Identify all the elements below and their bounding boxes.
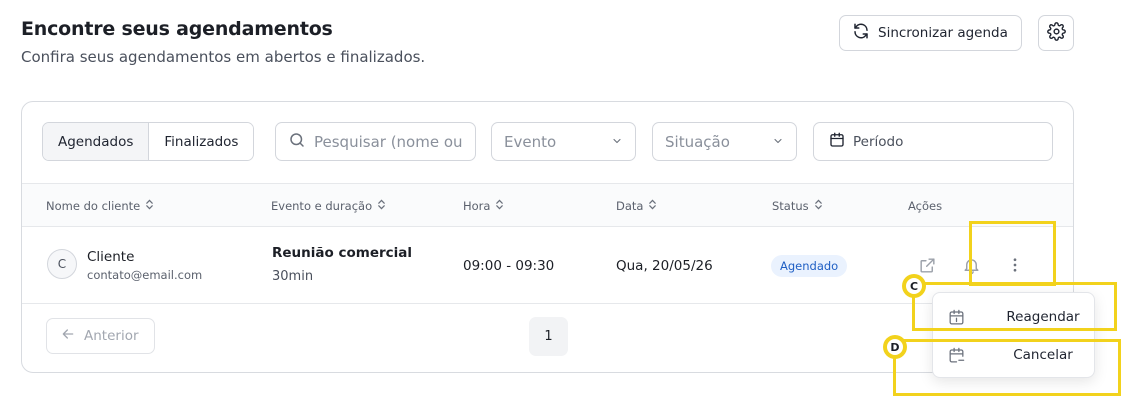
table-header: Nome do cliente Evento e duração Hora Da… bbox=[22, 183, 1073, 227]
page-subtitle: Confira seus agendamentos em abertos e f… bbox=[21, 48, 426, 66]
appointment-date: Qua, 20/05/26 bbox=[616, 258, 713, 274]
tab-finalizados[interactable]: Finalizados bbox=[148, 123, 254, 160]
status-badge: Agendado bbox=[771, 255, 848, 277]
highlight-box-cancel bbox=[893, 339, 1121, 396]
sort-icon bbox=[145, 199, 154, 213]
sort-icon bbox=[495, 199, 504, 213]
arrow-left-icon bbox=[60, 326, 76, 346]
avatar: C bbox=[47, 249, 77, 279]
sort-icon bbox=[648, 199, 657, 213]
event-select[interactable]: Evento bbox=[491, 122, 636, 161]
appointments-card: Agendados Finalizados Evento Situação Pe… bbox=[21, 101, 1074, 373]
sync-icon bbox=[852, 22, 870, 44]
event-name: Reunião comercial bbox=[272, 245, 413, 261]
gear-icon bbox=[1046, 21, 1066, 45]
column-header-actions: Ações bbox=[908, 184, 942, 228]
period-label: Período bbox=[853, 133, 904, 150]
annotation-marker-label: D bbox=[887, 339, 903, 355]
sync-calendar-button[interactable]: Sincronizar agenda bbox=[839, 15, 1022, 51]
column-header-label: Status bbox=[772, 199, 809, 213]
period-picker[interactable]: Período bbox=[813, 122, 1053, 161]
chevron-down-icon bbox=[772, 133, 784, 151]
previous-page-label: Anterior bbox=[84, 328, 139, 344]
column-header-event[interactable]: Evento e duração bbox=[271, 184, 386, 228]
highlight-box-reschedule bbox=[912, 282, 1117, 331]
column-header-time[interactable]: Hora bbox=[463, 184, 504, 228]
tab-agendados[interactable]: Agendados bbox=[43, 123, 149, 160]
status-select[interactable]: Situação bbox=[652, 122, 797, 161]
chevron-down-icon bbox=[611, 133, 623, 151]
column-header-label: Nome do cliente bbox=[46, 199, 141, 213]
sort-icon bbox=[814, 199, 823, 213]
appointments-tab-group: Agendados Finalizados bbox=[42, 122, 255, 161]
client-email: contato@email.com bbox=[87, 268, 203, 282]
search-icon bbox=[288, 131, 306, 153]
annotation-marker-d: D bbox=[883, 335, 907, 359]
search-input[interactable] bbox=[314, 132, 464, 151]
highlight-box-more-actions bbox=[969, 221, 1056, 286]
column-header-client[interactable]: Nome do cliente bbox=[46, 184, 154, 228]
sync-calendar-label: Sincronizar agenda bbox=[878, 25, 1008, 41]
event-select-label: Evento bbox=[504, 132, 557, 151]
settings-button[interactable] bbox=[1038, 15, 1074, 51]
status-select-label: Situação bbox=[665, 132, 730, 151]
previous-page-button[interactable]: Anterior bbox=[46, 318, 155, 354]
page-number-button[interactable]: 1 bbox=[529, 317, 568, 356]
column-header-label: Data bbox=[616, 199, 644, 213]
event-duration: 30min bbox=[272, 269, 314, 284]
page-title: Encontre seus agendamentos bbox=[21, 18, 333, 40]
column-header-label: Ações bbox=[908, 199, 943, 213]
column-header-label: Hora bbox=[463, 199, 491, 213]
appointment-time: 09:00 - 09:30 bbox=[463, 258, 555, 274]
column-header-status[interactable]: Status bbox=[772, 184, 823, 228]
calendar-icon bbox=[828, 131, 846, 153]
client-name: Cliente bbox=[87, 249, 135, 265]
search-field[interactable] bbox=[275, 122, 476, 161]
sort-icon bbox=[377, 199, 386, 213]
annotation-marker-label: C bbox=[906, 278, 922, 294]
annotation-marker-c: C bbox=[902, 274, 926, 298]
column-header-label: Evento e duração bbox=[271, 199, 373, 213]
column-header-date[interactable]: Data bbox=[616, 184, 657, 228]
